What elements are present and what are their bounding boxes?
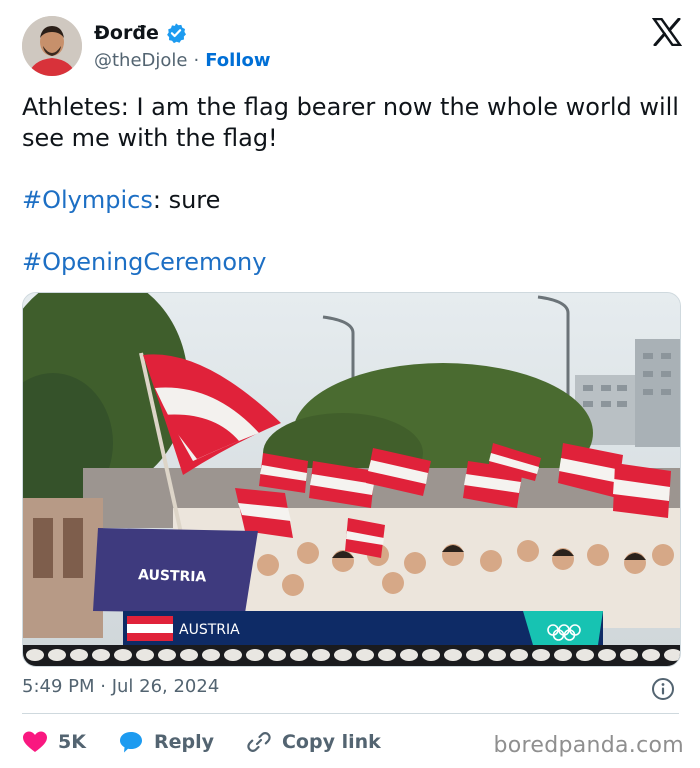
tweet-line-1: Athletes: I am the flag bearer now the w… <box>22 93 679 152</box>
divider <box>22 713 679 714</box>
tweet-line-opening: #OpeningCeremony <box>22 247 682 278</box>
lower-third-country: AUSTRIA <box>179 622 240 638</box>
display-name[interactable]: Đorđe <box>94 22 159 44</box>
tweet-line-olympics: #Olympics: sure <box>22 185 682 216</box>
info-icon[interactable] <box>651 677 675 701</box>
avatar-image <box>22 16 82 76</box>
like-count: 5K <box>58 731 86 753</box>
tweet-header: Đorđe @theDjole · Follow <box>22 16 682 78</box>
name-row: Đorđe <box>94 22 187 44</box>
watermark: boredpanda.com <box>493 733 684 758</box>
link-icon <box>247 732 271 752</box>
reply-button[interactable]: Reply <box>118 730 214 754</box>
reply-bubble-icon <box>119 732 142 753</box>
like-button[interactable]: 5K <box>22 730 86 754</box>
action-bar: 5K Reply Copy link <box>22 726 413 758</box>
tweet-media[interactable]: AUSTRIA AUSTRIA <box>22 292 681 667</box>
hashtag-olympics[interactable]: #Olympics <box>22 186 153 214</box>
copy-link-label: Copy link <box>281 731 381 753</box>
avatar[interactable] <box>22 16 82 76</box>
handle[interactable]: @theDjole <box>94 50 188 71</box>
hashtag-opening-ceremony[interactable]: #OpeningCeremony <box>22 248 266 276</box>
follow-button[interactable]: Follow <box>205 50 270 71</box>
tweet-timestamp[interactable]: 5:49 PM · Jul 26, 2024 <box>22 676 219 697</box>
reply-label: Reply <box>153 731 214 753</box>
tweet-card: Đorđe @theDjole · Follow Athletes: I am … <box>0 0 700 768</box>
verified-badge-icon <box>166 23 186 44</box>
handle-row: @theDjole · Follow <box>94 50 271 71</box>
heart-icon <box>23 731 47 752</box>
tweet-text: Athletes: I am the flag bearer now the w… <box>22 92 682 278</box>
separator: · <box>193 50 200 71</box>
hashtag-olympics-suffix: : sure <box>152 186 221 214</box>
x-logo-icon[interactable] <box>652 18 682 46</box>
media-image: AUSTRIA AUSTRIA <box>23 293 680 666</box>
austria-banner-text: AUSTRIA <box>138 567 207 585</box>
copy-link-button[interactable]: Copy link <box>246 729 381 755</box>
